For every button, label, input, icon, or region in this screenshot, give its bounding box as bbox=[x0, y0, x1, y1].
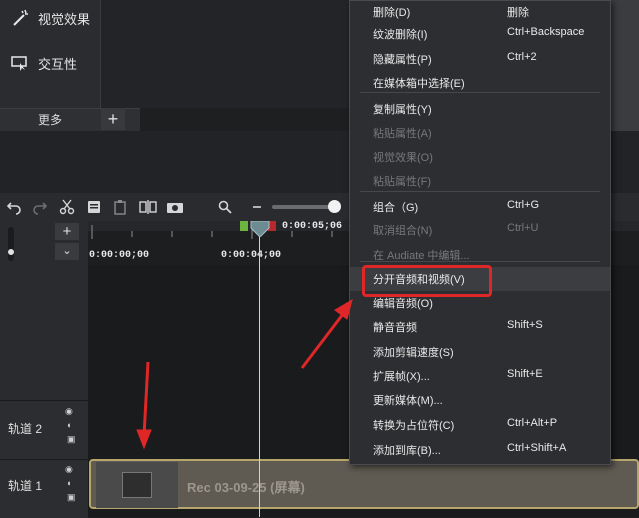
redo-icon[interactable] bbox=[31, 198, 49, 216]
menu-item-label: 删除(D) bbox=[373, 7, 411, 19]
magic-wand-icon bbox=[13, 9, 28, 26]
add-track-button[interactable]: + bbox=[55, 223, 79, 240]
menu-item-shortcut: Ctrl+Alt+P bbox=[507, 417, 558, 429]
menu-item[interactable]: 复制属性(Y) bbox=[350, 97, 610, 121]
menu-item: 视觉效果(O) bbox=[350, 145, 610, 169]
paste-icon[interactable] bbox=[111, 198, 129, 216]
menu-item-label: 组合（G) bbox=[373, 202, 419, 214]
menu-item-label: 复制属性(Y) bbox=[373, 104, 432, 116]
menu-item: 粘贴属性(F) bbox=[350, 169, 610, 193]
track-height-knob[interactable] bbox=[8, 249, 14, 255]
track-height-slider[interactable] bbox=[8, 227, 14, 261]
track-2-label: 轨道 2 bbox=[8, 422, 43, 436]
menu-item-label: 粘贴属性(A) bbox=[373, 128, 432, 140]
track-header-column: + ⌄ 轨道 2 ◉ ◖ ▣ 轨道 1 ◉ ◖ ▣ bbox=[0, 221, 88, 518]
snapshot-icon[interactable] bbox=[166, 198, 184, 216]
clip-label: Rec 03-09-25 (屏幕) bbox=[187, 480, 305, 495]
menu-item-shortcut: Shift+E bbox=[507, 368, 543, 380]
menu-item[interactable]: 添加剪辑速度(S) bbox=[350, 340, 610, 364]
tools-panel: 视觉效果 交互性 bbox=[0, 0, 100, 108]
add-button[interactable]: + bbox=[101, 108, 125, 130]
copy-icon[interactable] bbox=[85, 198, 103, 216]
lock-icon[interactable]: ▣ bbox=[67, 492, 76, 503]
menu-item[interactable]: 添加到库(B)... Ctrl+Shift+A bbox=[350, 438, 610, 462]
cut-icon[interactable] bbox=[58, 198, 76, 216]
track-1-label: 轨道 1 bbox=[8, 479, 43, 493]
interactive-cursor-icon bbox=[11, 56, 27, 71]
track-1-header[interactable]: 轨道 1 ◉ ◖ ▣ bbox=[0, 459, 88, 518]
menu-item[interactable]: 纹波删除(I) Ctrl+Backspace bbox=[350, 22, 610, 46]
more-button[interactable]: 更多 bbox=[0, 108, 100, 130]
ruler-timecode-0: 0:00:00;00 bbox=[89, 250, 150, 261]
menu-item-label: 视觉效果(O) bbox=[373, 152, 433, 164]
menu-item: 在 Audiate 中编辑... bbox=[350, 243, 610, 267]
zoom-slider-knob[interactable] bbox=[328, 200, 341, 213]
menu-item[interactable]: 隐藏属性(P) Ctrl+2 bbox=[350, 47, 610, 71]
menu-item-shortcut: 删除 bbox=[507, 7, 529, 19]
menu-item-label: 转换为占位符(C) bbox=[373, 420, 455, 432]
menu-item[interactable]: 静音音频 Shift+S bbox=[350, 315, 610, 339]
undo-icon[interactable] bbox=[5, 198, 23, 216]
menu-item[interactable]: 删除(D) 删除 bbox=[350, 0, 610, 24]
menu-separator bbox=[360, 92, 600, 93]
tool-interactivity[interactable]: 交互性 bbox=[10, 51, 77, 75]
menu-item: 粘贴属性(A) bbox=[350, 121, 610, 145]
menu-item[interactable]: 更新媒体(M)... bbox=[350, 388, 610, 412]
annotation-highlight-box bbox=[362, 265, 492, 297]
menu-item-label: 取消组合(N) bbox=[373, 225, 433, 237]
menu-item-label: 隐藏属性(P) bbox=[373, 54, 432, 66]
menu-item-label: 更新媒体(M)... bbox=[373, 395, 443, 407]
ruler-timecode-4: 0:00:04;00 bbox=[221, 250, 282, 261]
menu-item-label: 编辑音频(O) bbox=[373, 298, 433, 310]
menu-item-label: 粘贴属性(F) bbox=[373, 176, 432, 188]
menu-separator bbox=[360, 191, 600, 192]
track-2-header[interactable]: 轨道 2 ◉ ◖ ▣ bbox=[0, 400, 88, 459]
menu-separator bbox=[360, 261, 600, 262]
menu-item-shortcut: Ctrl+Backspace bbox=[507, 26, 585, 38]
playhead-handle[interactable] bbox=[250, 221, 270, 237]
zoom-slider[interactable] bbox=[272, 205, 334, 209]
menu-item[interactable]: 扩展帧(X)... Shift+E bbox=[350, 364, 610, 388]
split-icon[interactable] bbox=[139, 198, 157, 216]
menu-item: 取消组合(N) Ctrl+U bbox=[350, 218, 610, 242]
zoom-out-icon[interactable] bbox=[248, 198, 266, 216]
menu-item-shortcut: Shift+S bbox=[507, 319, 543, 331]
side-panel-strip bbox=[611, 0, 639, 135]
menu-item-label: 添加到库(B)... bbox=[373, 445, 441, 457]
menu-item-shortcut: Ctrl+U bbox=[507, 222, 539, 234]
lock-icon[interactable]: ▣ bbox=[67, 434, 76, 445]
eye-icon[interactable]: ◉ bbox=[65, 406, 73, 417]
audio-icon[interactable]: ◖ bbox=[66, 478, 71, 488]
menu-item[interactable]: 转换为占位符(C) Ctrl+Alt+P bbox=[350, 413, 610, 437]
menu-item[interactable]: 组合（G) Ctrl+G bbox=[350, 195, 610, 219]
menu-item-shortcut: Ctrl+Shift+A bbox=[507, 442, 567, 454]
menu-item-shortcut: Ctrl+G bbox=[507, 199, 540, 211]
clip-thumbnail bbox=[96, 462, 178, 508]
menu-item-label: 添加剪辑速度(S) bbox=[373, 347, 454, 359]
chevron-down-icon[interactable]: ⌄ bbox=[55, 243, 79, 260]
tool-label: 交互性 bbox=[38, 56, 78, 72]
tool-label: 视觉效果 bbox=[38, 11, 91, 27]
menu-item-label: 纹波删除(I) bbox=[373, 29, 428, 41]
audio-icon[interactable]: ◖ bbox=[66, 420, 71, 430]
menu-item-label: 在媒体箱中选择(E) bbox=[373, 78, 465, 90]
menu-item-label: 静音音频 bbox=[373, 322, 417, 334]
menu-item-shortcut: Ctrl+2 bbox=[507, 51, 537, 63]
tool-visual-effects[interactable]: 视觉效果 bbox=[10, 6, 90, 30]
menu-item-label: 扩展帧(X)... bbox=[373, 371, 430, 383]
playhead-line bbox=[259, 225, 260, 517]
zoom-search-icon[interactable] bbox=[216, 198, 234, 216]
eye-icon[interactable]: ◉ bbox=[65, 464, 73, 475]
playhead-timecode: 0:00:05;06 bbox=[282, 221, 343, 232]
